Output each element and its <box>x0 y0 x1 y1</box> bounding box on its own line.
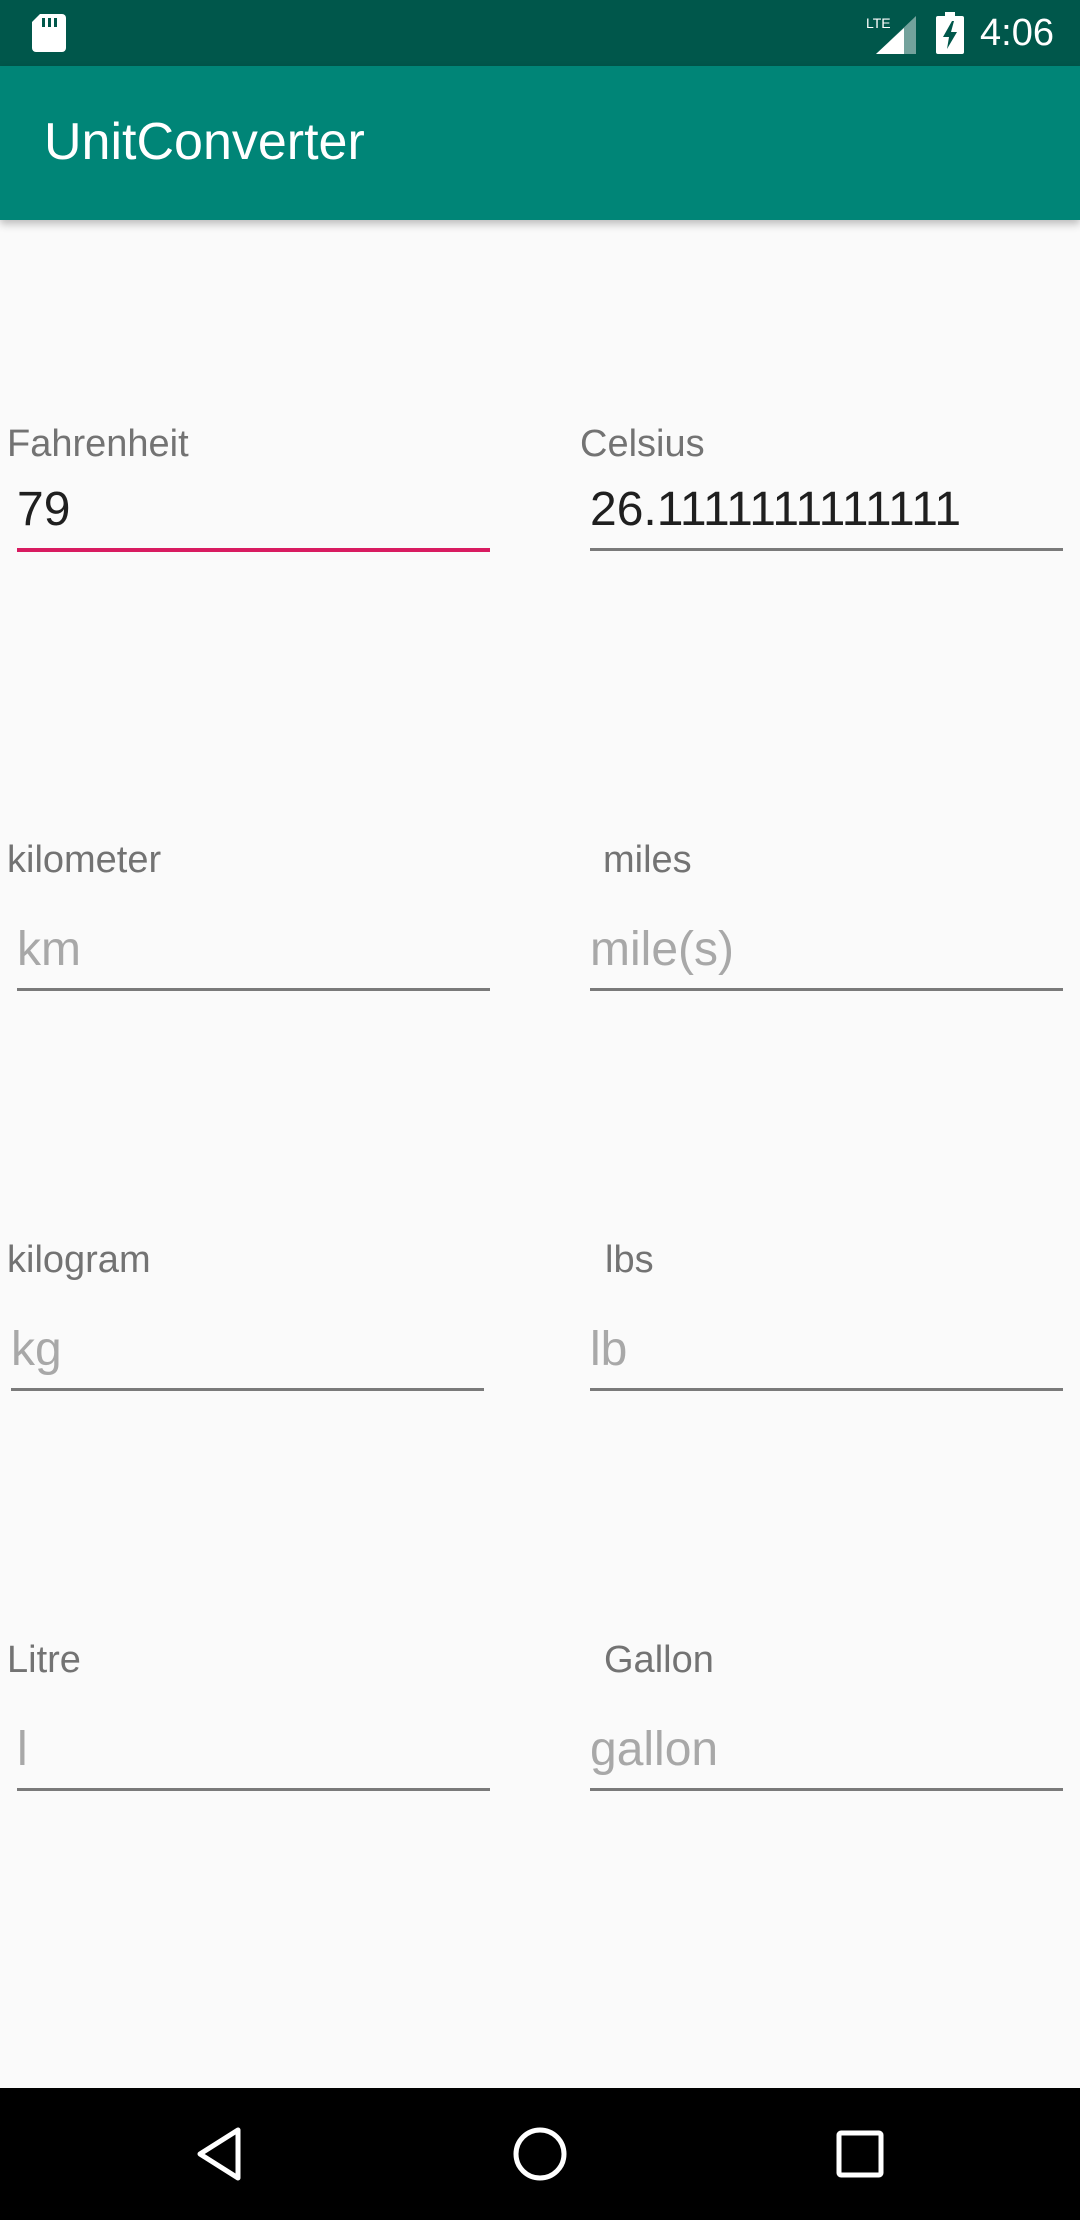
back-icon[interactable] <box>190 2124 250 2184</box>
celsius-input[interactable]: 26.1111111111111 <box>590 478 1063 551</box>
gallon-label: Gallon <box>604 1639 714 1681</box>
miles-placeholder: mile(s) <box>590 923 734 976</box>
miles-input[interactable]: mile(s) <box>590 918 1063 991</box>
fahrenheit-value: 79 <box>17 483 71 536</box>
kilometer-input[interactable]: km <box>17 918 490 991</box>
kilogram-placeholder: kg <box>11 1323 62 1376</box>
miles-label: miles <box>603 839 692 881</box>
home-icon[interactable] <box>510 2124 570 2184</box>
celsius-value: 26.1111111111111 <box>590 483 962 536</box>
status-bar: LTE 4:06 <box>0 0 1080 66</box>
app-title: UnitConverter <box>44 113 365 171</box>
gallon-input[interactable]: gallon <box>590 1718 1063 1791</box>
litre-placeholder: l <box>17 1723 28 1776</box>
kilogram-input[interactable]: kg <box>11 1318 484 1391</box>
sd-card-icon <box>32 14 66 52</box>
litre-input[interactable]: l <box>17 1718 490 1791</box>
status-time: 4:06 <box>980 12 1054 54</box>
network-type-label: LTE <box>866 15 891 31</box>
lbs-label: lbs <box>605 1239 654 1281</box>
battery-charging-icon <box>936 12 964 54</box>
fahrenheit-label: Fahrenheit <box>7 423 189 465</box>
fahrenheit-input[interactable]: 79 <box>17 478 490 552</box>
litre-label: Litre <box>7 1639 81 1681</box>
navigation-bar <box>0 2088 1080 2220</box>
lbs-placeholder: lb <box>590 1323 628 1376</box>
recents-icon[interactable] <box>830 2124 890 2184</box>
celsius-label: Celsius <box>580 423 705 465</box>
kilometer-label: kilometer <box>7 839 162 881</box>
app-bar: UnitConverter <box>0 66 1080 220</box>
lte-signal-icon: LTE <box>866 15 916 54</box>
gallon-placeholder: gallon <box>590 1723 719 1776</box>
kilometer-placeholder: km <box>17 923 81 976</box>
lbs-input[interactable]: lb <box>590 1318 1063 1391</box>
kilogram-label: kilogram <box>7 1239 151 1281</box>
